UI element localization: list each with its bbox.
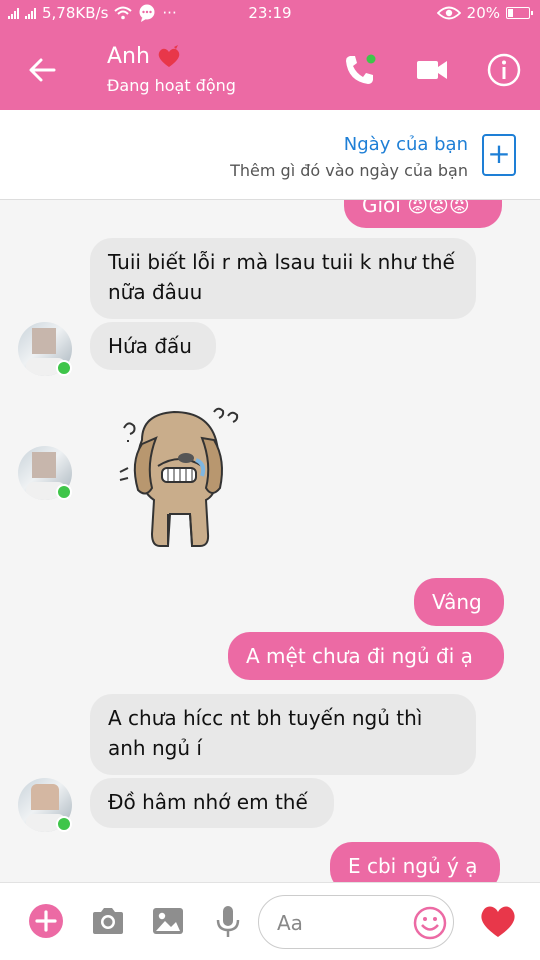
message-in[interactable]: A chưa hícc nt bh tuyến ngủ thì anh ngủ … bbox=[90, 694, 476, 775]
message-input[interactable] bbox=[277, 908, 407, 938]
emoji-icon[interactable] bbox=[413, 906, 447, 940]
online-indicator bbox=[56, 816, 72, 832]
add-to-day-button[interactable]: + bbox=[482, 134, 516, 176]
contact-name[interactable]: Anh bbox=[107, 44, 150, 69]
your-day-subtitle: Thêm gì đó vào ngày của bạn bbox=[230, 161, 468, 180]
camera-icon[interactable] bbox=[90, 903, 126, 939]
status-right: 20% bbox=[436, 4, 533, 22]
battery-icon bbox=[506, 7, 533, 19]
message-out[interactable]: A mệt chưa đi ngủ đi ạ bbox=[228, 632, 504, 680]
message-out[interactable]: E cbi ngủ ý ạ bbox=[330, 842, 500, 882]
message-input-wrapper[interactable] bbox=[258, 895, 454, 949]
contact-status: Đang hoạt động bbox=[107, 76, 236, 95]
video-call-icon[interactable] bbox=[414, 52, 450, 88]
message-list[interactable]: Giỏi 😡😡😡 Tuii biết lỗi r mà lsau tuii k … bbox=[0, 200, 540, 882]
online-indicator bbox=[56, 484, 72, 500]
microphone-icon[interactable] bbox=[210, 903, 246, 939]
info-icon[interactable] bbox=[486, 52, 522, 88]
message-in[interactable]: Đồ hâm nhớ em thế bbox=[90, 778, 334, 828]
battery-percent: 20% bbox=[466, 4, 500, 22]
your-day-title[interactable]: Ngày của bạn bbox=[344, 134, 468, 155]
message-in[interactable]: Tuii biết lỗi r mà lsau tuii k như thế n… bbox=[90, 238, 476, 319]
add-icon[interactable] bbox=[28, 903, 64, 939]
dog-crying-sticker[interactable] bbox=[116, 404, 246, 554]
heart-like-icon[interactable] bbox=[478, 901, 518, 941]
message-out-partial[interactable]: Giỏi 😡😡😡 bbox=[344, 200, 502, 228]
eye-icon bbox=[436, 6, 461, 20]
image-gallery-icon[interactable] bbox=[150, 903, 186, 939]
message-composer bbox=[0, 882, 540, 960]
heart-icon bbox=[158, 45, 180, 67]
chat-header: Anh Đang hoạt động bbox=[0, 28, 540, 110]
back-arrow-icon[interactable] bbox=[26, 54, 58, 86]
your-day-banner[interactable]: Ngày của bạn Thêm gì đó vào ngày của bạn… bbox=[0, 110, 540, 200]
online-indicator bbox=[56, 360, 72, 376]
phone-call-icon[interactable] bbox=[342, 52, 378, 88]
message-in[interactable]: Hứa đấu bbox=[90, 322, 216, 370]
status-bar: 5,78KB/s ··· 23:19 20% bbox=[0, 0, 540, 28]
message-out[interactable]: Vâng bbox=[414, 578, 504, 626]
